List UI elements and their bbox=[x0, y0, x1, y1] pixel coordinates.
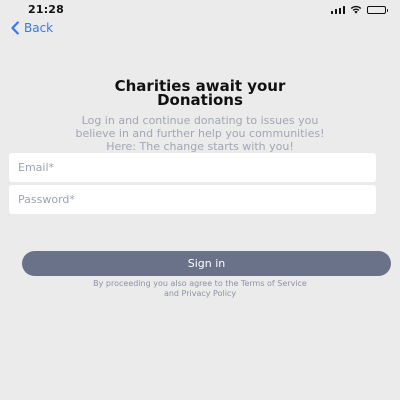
terms-line: and Privacy Policy bbox=[163, 288, 237, 298]
terms-notice: By proceeding you also agree to the Term… bbox=[0, 279, 400, 298]
subtitle-line: believe in and further help you communit… bbox=[75, 127, 325, 140]
page-title: Charities await your Donations bbox=[0, 79, 400, 109]
subtitle-line: Here: The change starts with you! bbox=[106, 140, 294, 153]
back-label: Back bbox=[24, 21, 54, 35]
status-bar: 21:28 bbox=[0, 0, 400, 18]
cellular-signal-icon bbox=[330, 5, 345, 14]
page-title-line: Donations bbox=[157, 91, 243, 109]
sign-in-button[interactable]: Sign in bbox=[22, 251, 391, 276]
wifi-icon bbox=[350, 5, 362, 14]
status-icons bbox=[330, 5, 388, 14]
chevron-left-icon bbox=[11, 21, 19, 35]
page-subtitle: Log in and continue donating to issues y… bbox=[0, 114, 400, 153]
email-field[interactable] bbox=[9, 153, 376, 182]
status-time: 21:28 bbox=[28, 3, 65, 16]
back-button[interactable]: Back bbox=[10, 21, 53, 35]
battery-icon bbox=[367, 5, 388, 14]
password-field[interactable] bbox=[9, 185, 376, 214]
terms-line: By proceeding you also agree to the Term… bbox=[93, 279, 307, 288]
subtitle-line: Log in and continue donating to issues y… bbox=[81, 114, 319, 127]
